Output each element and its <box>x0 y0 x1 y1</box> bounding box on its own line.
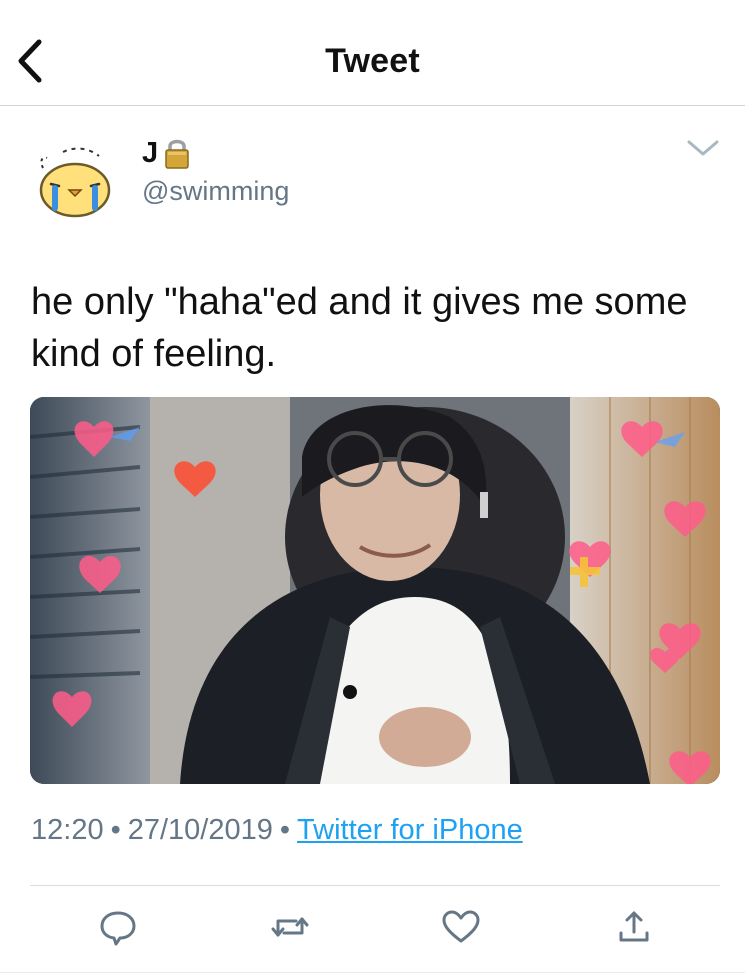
bottom-border <box>0 972 745 973</box>
more-options-button[interactable] <box>685 136 721 160</box>
share-icon <box>619 911 649 942</box>
meta-separator: • <box>279 814 291 846</box>
like-button[interactable] <box>439 905 483 949</box>
chevron-down-icon <box>687 140 719 156</box>
reply-icon <box>100 911 136 946</box>
retweet-button[interactable] <box>268 905 312 949</box>
tweet-page: Tweet J @swimming he only "haha"ed and i… <box>0 0 745 978</box>
tweet-meta: 12:20 • 27/10/2019 • Twitter for iPhone <box>31 814 523 847</box>
tweet-source-link[interactable]: Twitter for iPhone <box>297 814 523 846</box>
share-button[interactable] <box>612 905 656 949</box>
user-handle[interactable]: @swimming <box>142 176 289 207</box>
divider <box>30 885 720 886</box>
tweet-media[interactable] <box>30 397 720 784</box>
reply-button[interactable] <box>96 905 140 949</box>
top-bar: Tweet <box>0 0 745 106</box>
page-title: Tweet <box>325 42 420 80</box>
display-name-text: J <box>142 136 159 169</box>
tweet-text: he only "haha"ed and it gives me some ki… <box>31 281 688 375</box>
tweet-date: 27/10/2019 <box>127 814 273 846</box>
display-name[interactable]: J <box>142 136 190 170</box>
crying-chick-avatar-icon <box>33 138 119 224</box>
heart-icon <box>442 910 480 943</box>
photo-icon <box>30 397 720 784</box>
tweet-actions <box>0 905 745 955</box>
tweet-time: 12:20 <box>31 814 104 846</box>
lock-icon <box>164 136 190 170</box>
meta-separator: • <box>110 814 121 846</box>
avatar[interactable] <box>33 138 119 224</box>
retweet-icon <box>271 917 309 937</box>
